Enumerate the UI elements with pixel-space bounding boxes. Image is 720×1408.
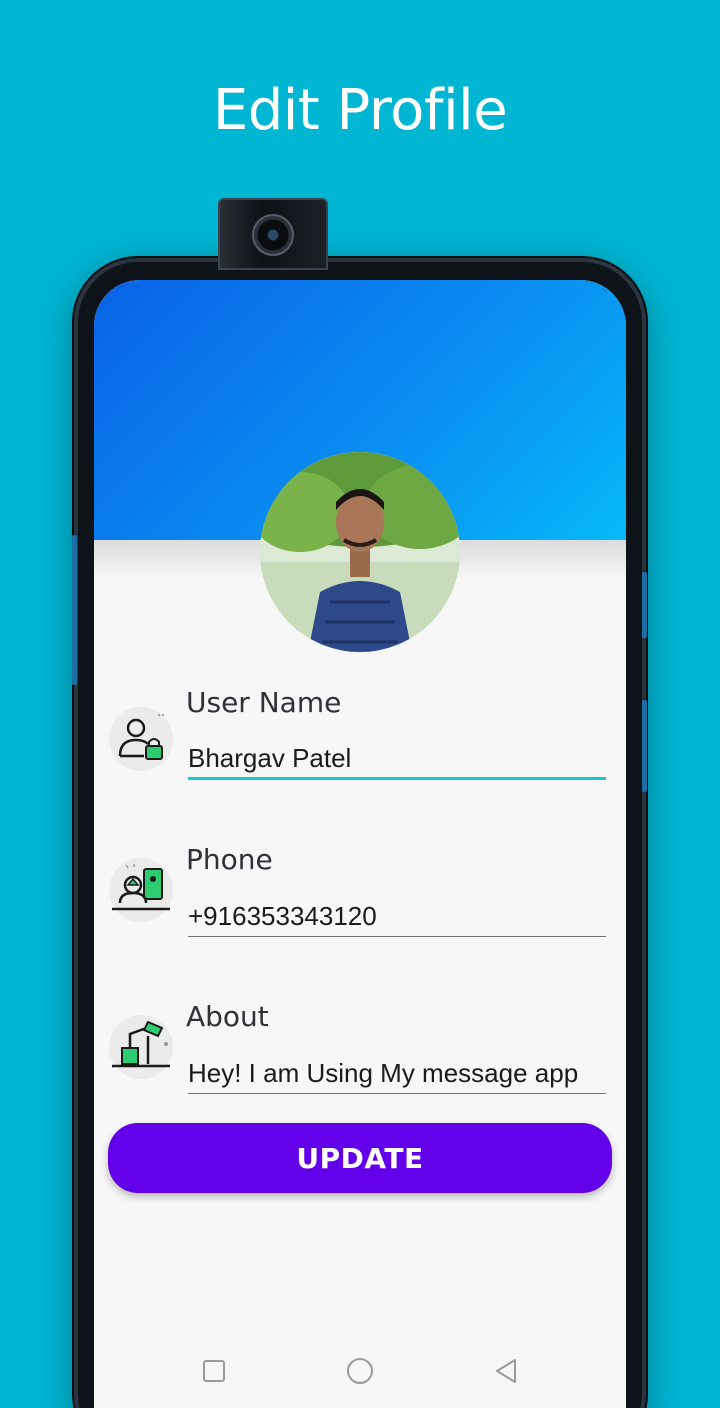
phone-label: Phone [186,843,273,876]
username-label: User Name [186,686,342,719]
phone-input[interactable] [188,897,606,937]
system-navbar [94,1340,626,1400]
about-input[interactable] [188,1054,606,1094]
camera-lens-icon [252,214,294,256]
avatar[interactable] [260,452,460,652]
phone-contact-icon [108,857,174,923]
square-icon [203,1360,225,1382]
promo-title: Edit Profile [212,78,508,143]
phone-power-button [642,700,647,792]
phone-volume-button [642,572,647,638]
username-input[interactable] [188,740,606,780]
home-button[interactable] [343,1354,377,1388]
user-lock-icon [108,706,174,772]
app-screen: User Name Phone [94,280,626,1408]
circle-icon [347,1358,373,1384]
recent-apps-button[interactable] [197,1354,231,1388]
about-label: About [186,1000,269,1033]
desk-lamp-icon [108,1014,174,1080]
update-button[interactable]: UPDATE [108,1123,612,1193]
triangle-back-icon [496,1359,516,1383]
back-button[interactable] [489,1354,523,1388]
popup-camera [218,198,328,270]
phone-side-button [72,535,77,685]
avatar-photo [260,452,460,652]
